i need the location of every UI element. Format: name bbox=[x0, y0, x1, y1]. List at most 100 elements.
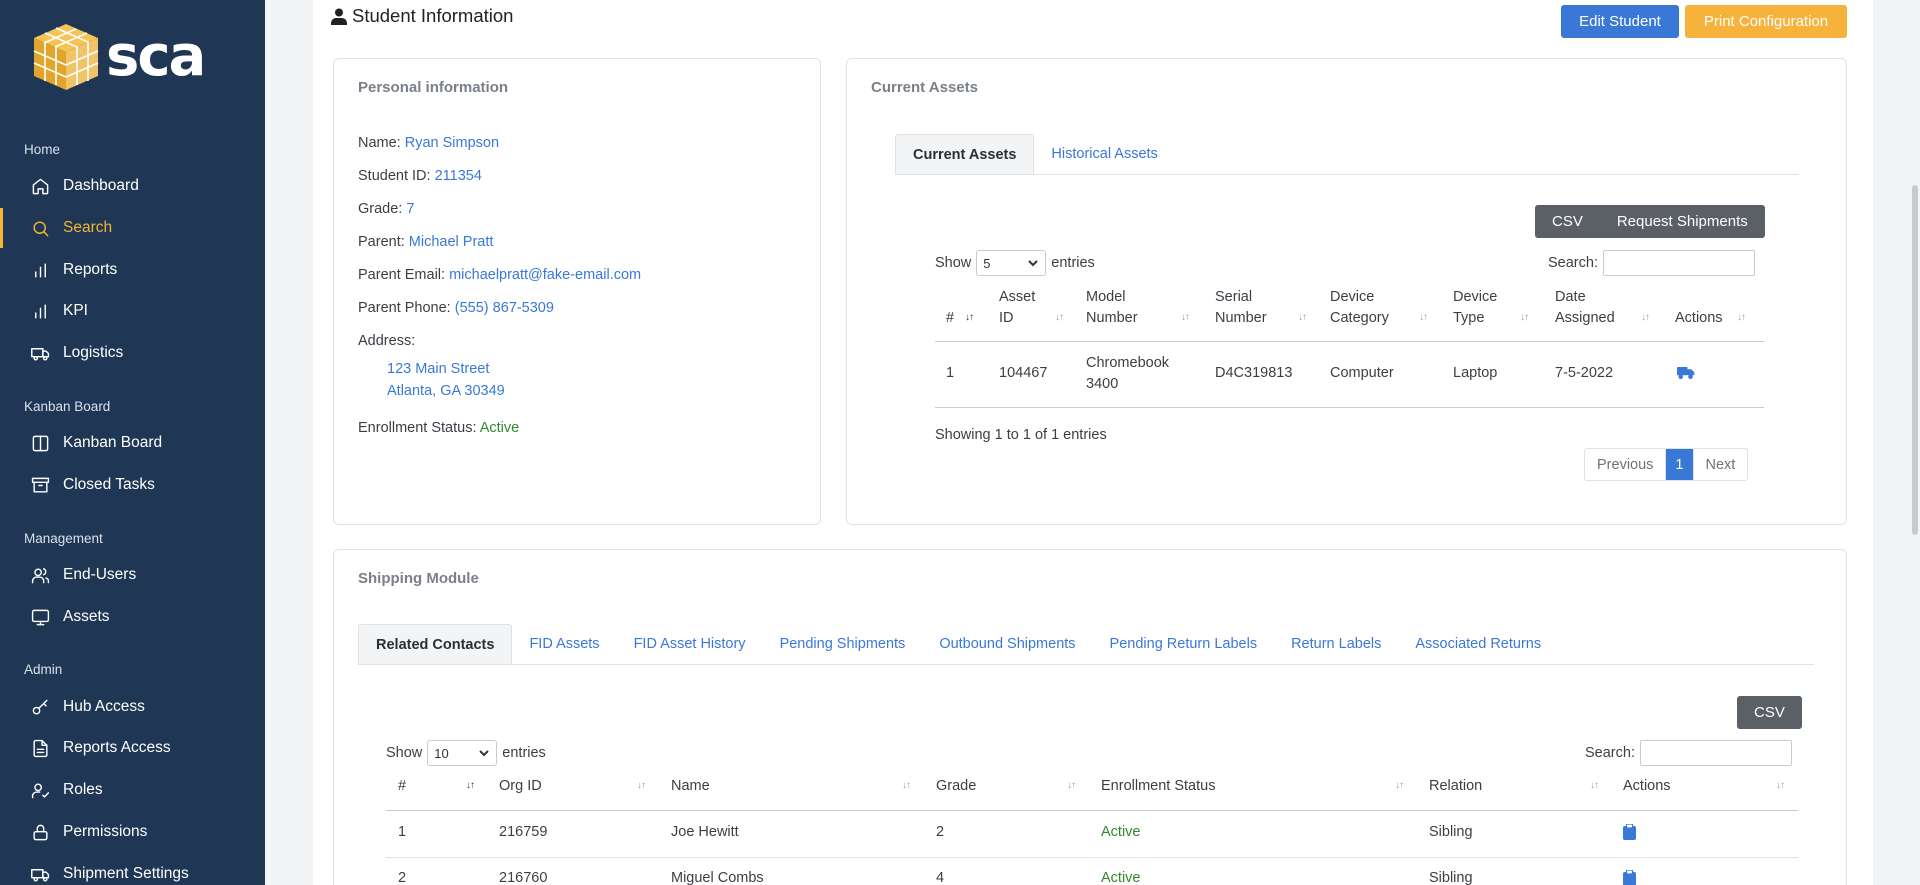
nav-item-roles[interactable]: Roles bbox=[0, 770, 265, 810]
tab-historical-assets[interactable]: Historical Assets bbox=[1034, 134, 1174, 174]
column-header[interactable]: Actions bbox=[1623, 776, 1671, 797]
users-icon bbox=[30, 565, 50, 585]
column-header[interactable]: Device Type bbox=[1453, 287, 1497, 329]
tab-associated-returns[interactable]: Associated Returns bbox=[1398, 624, 1558, 664]
nav-item-kpi[interactable]: KPI bbox=[0, 291, 265, 331]
print-configuration-button[interactable]: Print Configuration bbox=[1685, 5, 1847, 38]
column-header[interactable]: Enrollment Status bbox=[1101, 776, 1215, 797]
address-label: Address: bbox=[358, 333, 416, 349]
nav-item-reports[interactable]: Reports bbox=[0, 250, 265, 290]
column-header[interactable]: Grade bbox=[936, 776, 976, 797]
column-header[interactable]: # bbox=[946, 308, 954, 329]
student-id[interactable]: 211354 bbox=[435, 168, 482, 184]
search-input[interactable] bbox=[1639, 740, 1792, 766]
nav-item-shipment-settings[interactable]: Shipment Settings bbox=[0, 854, 265, 885]
nav-item-permissions[interactable]: Permissions bbox=[0, 812, 265, 852]
tab-return-labels[interactable]: Return Labels bbox=[1274, 624, 1398, 664]
csv-button[interactable]: CSV bbox=[1737, 704, 1802, 721]
search-input[interactable] bbox=[1602, 250, 1755, 276]
column-header[interactable]: Date Assigned bbox=[1555, 287, 1615, 329]
previous-button[interactable]: Previous bbox=[1585, 449, 1665, 480]
nav-label: Shipment Settings bbox=[63, 865, 189, 882]
nav-item-hub-access[interactable]: Hub Access bbox=[0, 687, 265, 727]
tab-pending-return-labels[interactable]: Pending Return Labels bbox=[1093, 624, 1275, 664]
clipboard-icon[interactable] bbox=[1623, 823, 1636, 847]
page-title: Student Information bbox=[331, 5, 513, 27]
nav-label: Search bbox=[63, 219, 113, 236]
tab-current-assets[interactable]: Current Assets bbox=[895, 134, 1035, 174]
divider bbox=[935, 341, 1764, 342]
nav-item-assets[interactable]: Assets bbox=[0, 597, 265, 637]
scroll-thumb[interactable] bbox=[1912, 185, 1918, 535]
panel-title: Personal information bbox=[358, 79, 509, 96]
panel-title: Shipping Module bbox=[358, 570, 479, 587]
table-cell: 2 bbox=[398, 870, 407, 885]
scrollbar[interactable] bbox=[1910, 0, 1920, 885]
column-header[interactable]: Relation bbox=[1429, 776, 1482, 797]
enrollment-status: Active bbox=[479, 420, 520, 436]
grade-value[interactable]: 7 bbox=[406, 201, 414, 217]
nav-label: Closed Tasks bbox=[63, 476, 155, 493]
sort-icon: ↓↑ bbox=[1067, 780, 1076, 791]
csv-button[interactable]: CSV bbox=[1535, 213, 1600, 230]
address-line-1[interactable]: 123 Main Street bbox=[387, 361, 489, 377]
entries-select[interactable]: 10 bbox=[427, 740, 498, 766]
nav-label: Roles bbox=[63, 781, 103, 798]
column-header[interactable]: Org ID bbox=[499, 776, 542, 797]
tab-related-contacts[interactable]: Related Contacts bbox=[358, 624, 513, 664]
parent-name[interactable]: Michael Pratt bbox=[409, 234, 494, 250]
sort-icon: ↓↑ bbox=[1590, 780, 1599, 791]
column-header[interactable]: Device Category bbox=[1330, 287, 1389, 329]
brand-logo[interactable]: sca bbox=[32, 22, 206, 92]
shipping-module-panel: Shipping Module Related Contacts FID Ass… bbox=[333, 549, 1847, 885]
nav-item-closed-tasks[interactable]: Closed Tasks bbox=[0, 465, 265, 505]
nav-item-dashboard[interactable]: Dashboard bbox=[0, 166, 265, 206]
table-cell: 216759 bbox=[499, 824, 548, 840]
page-1-button[interactable]: 1 bbox=[1665, 449, 1693, 480]
tab-fid-assets[interactable]: FID Assets bbox=[512, 624, 616, 664]
clipboard-icon[interactable] bbox=[1623, 869, 1636, 885]
table-info: Showing 1 to 1 of 1 entries bbox=[935, 427, 1107, 443]
home-icon bbox=[30, 176, 50, 196]
current-assets-panel: Current Assets Current Assets Historical… bbox=[846, 58, 1847, 525]
nav-item-search[interactable]: Search bbox=[0, 208, 265, 248]
parent-phone[interactable]: (555) 867-5309 bbox=[455, 300, 554, 316]
cube-logo-icon bbox=[33, 24, 99, 90]
user-check-icon bbox=[30, 780, 50, 800]
address-line-2[interactable]: Atlanta, GA 30349 bbox=[387, 383, 505, 399]
assets-button-group: CSV Request Shipments bbox=[1535, 205, 1765, 238]
column-header[interactable]: Actions bbox=[1675, 308, 1723, 329]
status-badge: Active bbox=[1101, 870, 1141, 885]
truck-icon bbox=[30, 864, 50, 884]
edit-student-button[interactable]: Edit Student bbox=[1561, 5, 1679, 38]
column-header[interactable]: Serial Number bbox=[1215, 287, 1267, 329]
tab-outbound-shipments[interactable]: Outbound Shipments bbox=[922, 624, 1092, 664]
nav-item-reports-access[interactable]: Reports Access bbox=[0, 728, 265, 768]
request-shipments-button[interactable]: Request Shipments bbox=[1600, 213, 1765, 230]
sort-icon: ↓↑ bbox=[965, 312, 974, 323]
sort-icon: ↓↑ bbox=[1641, 312, 1650, 323]
column-header[interactable]: Asset ID bbox=[999, 287, 1035, 329]
tab-fid-asset-history[interactable]: FID Asset History bbox=[617, 624, 763, 664]
sidebar: sca Home Dashboard Search Reports KPI Lo… bbox=[0, 0, 265, 885]
personal-info-panel: Personal information Name: Ryan Simpson … bbox=[333, 58, 821, 525]
student-id-row: Student ID: 211354 bbox=[358, 168, 482, 184]
next-button[interactable]: Next bbox=[1692, 449, 1748, 480]
nav-item-kanban-board[interactable]: Kanban Board bbox=[0, 423, 265, 463]
name-row: Name: Ryan Simpson bbox=[358, 135, 500, 151]
column-header[interactable]: Name bbox=[671, 776, 710, 797]
nav-label: Reports Access bbox=[63, 739, 171, 756]
column-header[interactable]: Model Number bbox=[1086, 287, 1138, 329]
truck-icon[interactable] bbox=[1677, 365, 1695, 388]
nav-label: Permissions bbox=[63, 823, 148, 840]
parent-email[interactable]: michaelpratt@fake-email.com bbox=[449, 267, 641, 283]
nav-item-end-users[interactable]: End-Users bbox=[0, 555, 265, 595]
student-name[interactable]: Ryan Simpson bbox=[405, 135, 499, 151]
nav-item-logistics[interactable]: Logistics bbox=[0, 333, 265, 373]
table-cell: Sibling bbox=[1429, 870, 1473, 885]
entries-select[interactable]: 5 bbox=[976, 250, 1047, 276]
column-header[interactable]: # bbox=[398, 776, 406, 797]
tab-pending-shipments[interactable]: Pending Shipments bbox=[763, 624, 923, 664]
nav-label: KPI bbox=[63, 302, 88, 319]
truck-icon bbox=[30, 343, 50, 363]
